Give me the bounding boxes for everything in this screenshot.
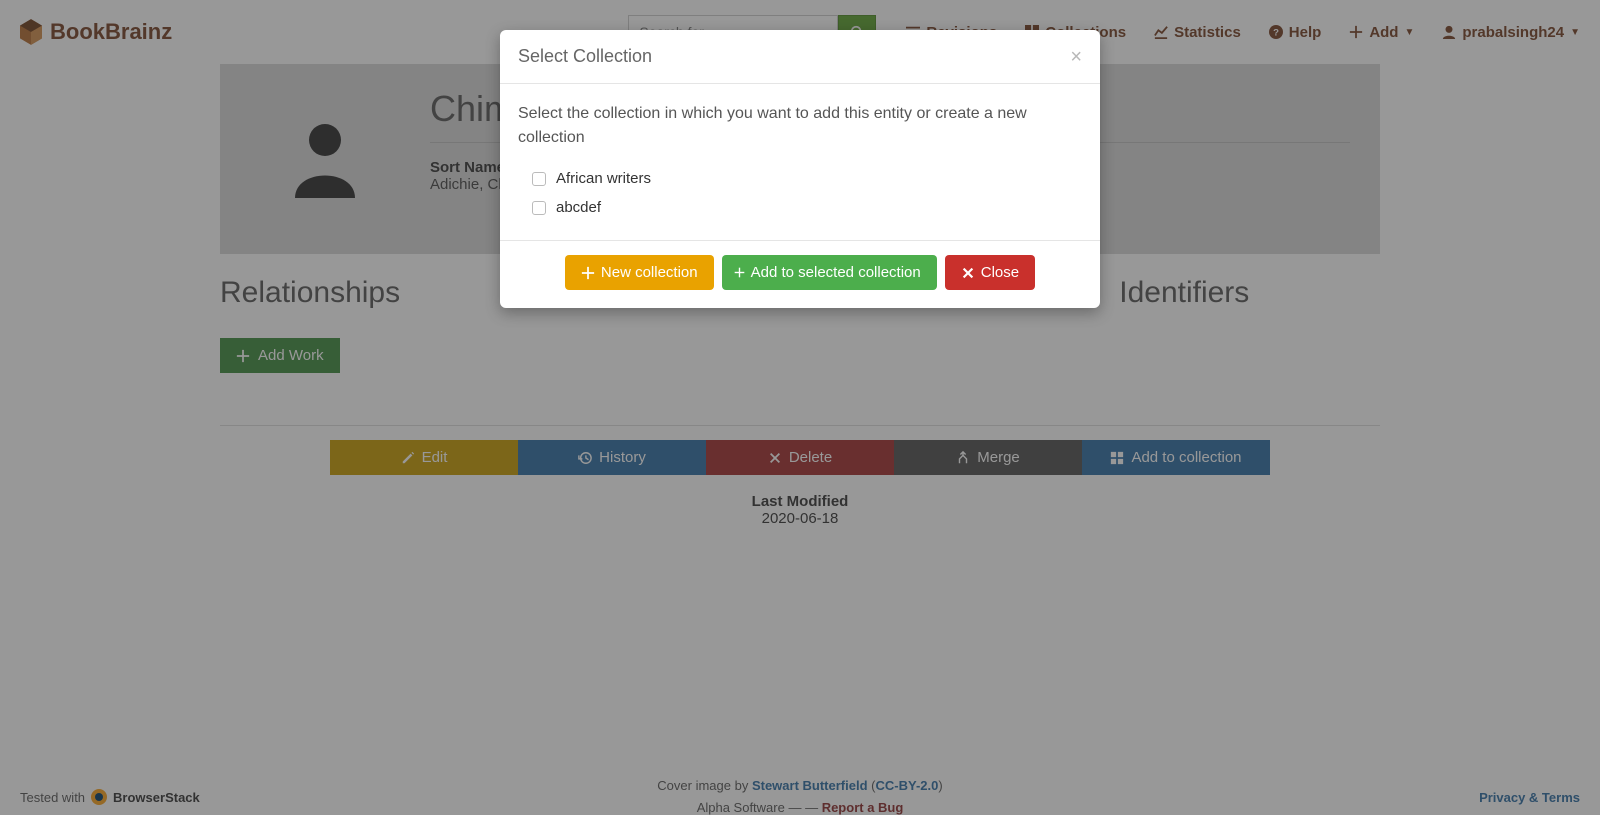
plus-icon xyxy=(734,267,745,278)
x-icon xyxy=(961,266,975,280)
new-collection-label: New collection xyxy=(601,264,698,281)
modal-title: Select Collection xyxy=(518,46,652,67)
modal-close-button[interactable]: × xyxy=(1070,47,1082,67)
modal-prompt: Select the collection in which you want … xyxy=(518,102,1082,150)
add-to-selected-label: Add to selected collection xyxy=(751,264,921,281)
modal-header: Select Collection × xyxy=(500,30,1100,84)
collection-option-label: abcdef xyxy=(556,199,601,216)
checkbox-icon[interactable] xyxy=(532,172,546,186)
close-modal-label: Close xyxy=(981,264,1019,281)
collection-option[interactable]: abcdef xyxy=(518,193,1082,222)
new-collection-button[interactable]: New collection xyxy=(565,255,714,290)
add-to-selected-button[interactable]: Add to selected collection xyxy=(722,255,937,290)
select-collection-modal: Select Collection × Select the collectio… xyxy=(500,30,1100,308)
collection-option-label: African writers xyxy=(556,170,651,187)
checkbox-icon[interactable] xyxy=(532,201,546,215)
plus-icon xyxy=(581,266,595,280)
close-modal-button[interactable]: Close xyxy=(945,255,1035,290)
collection-option[interactable]: African writers xyxy=(518,164,1082,193)
modal-footer: New collection Add to selected collectio… xyxy=(500,240,1100,308)
modal-body: Select the collection in which you want … xyxy=(500,84,1100,240)
